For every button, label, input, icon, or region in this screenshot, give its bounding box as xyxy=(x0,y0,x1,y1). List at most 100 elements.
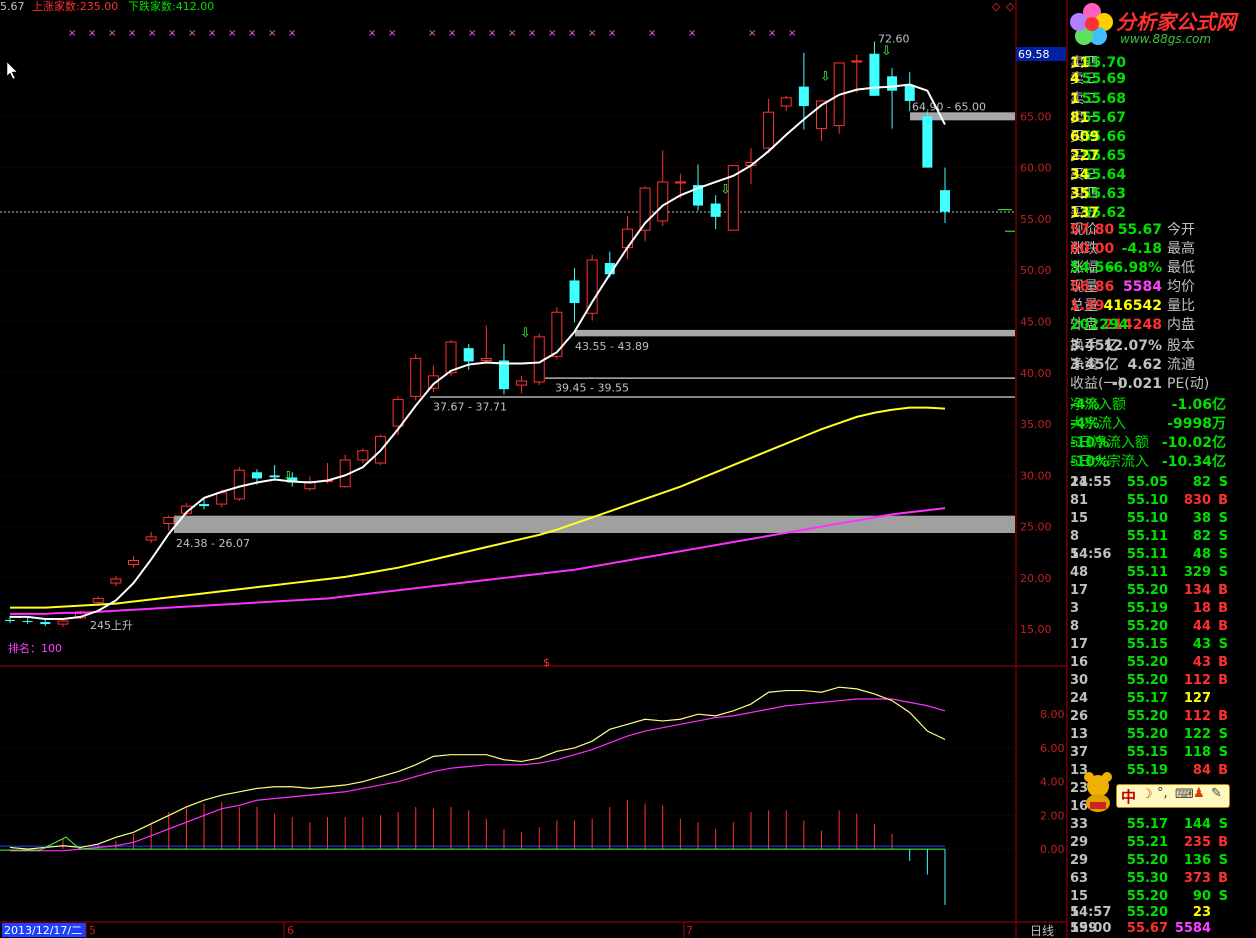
candle-body-up xyxy=(357,450,369,461)
tick-volume: 235 xyxy=(1183,835,1211,850)
order-volume: 1 xyxy=(1070,91,1080,107)
indicator-tick-label: 2.00 xyxy=(1040,809,1065,822)
tick-side: S xyxy=(1218,511,1228,526)
tick-volume: 830 xyxy=(1183,493,1211,508)
tick-side: S xyxy=(1218,817,1228,832)
tick-row: 55.20 112 B 26 xyxy=(1070,708,1256,726)
tick-volume: 112 xyxy=(1183,673,1211,688)
indicator-tick-label: 6.00 xyxy=(1040,742,1065,755)
tick-extra: 16 xyxy=(1070,655,1089,670)
keyboard-icon[interactable]: ⌨ xyxy=(1175,787,1194,802)
signal-marker: × xyxy=(148,28,156,39)
stat-row: 涨幅 -6.98% 最低 54.56 xyxy=(1070,259,1256,278)
stat-row: 现价 55.67 今开 57.80 xyxy=(1070,221,1256,240)
candle-body-up xyxy=(851,60,863,63)
zone-label-39: 39.45 - 39.55 xyxy=(555,381,629,394)
tick-side: B xyxy=(1218,493,1228,508)
assistant-bar[interactable]: 中 ☽ °, ⌨ ♟ ✎ xyxy=(1116,784,1230,808)
bear-mascot-icon[interactable] xyxy=(1080,772,1116,812)
stat-row: 涨跌 -4.18 最高 60.00 xyxy=(1070,240,1256,259)
stat-value: 416542 xyxy=(1103,298,1162,314)
tick-row: 14:55 55.05 82 S 21 xyxy=(1070,474,1256,492)
signal-marker: × xyxy=(288,28,296,39)
diamond-icon[interactable]: ◇ xyxy=(992,0,1001,13)
stat-value-2: 3.45亿 xyxy=(1070,338,1119,354)
order-price: 55.68 xyxy=(1081,91,1126,107)
order-book-row: 卖一 55.67 81 xyxy=(1070,109,1256,128)
stat-value-2: 54.56 xyxy=(1070,260,1115,276)
candle-body-up xyxy=(657,181,669,222)
tick-extra: 599 xyxy=(1070,921,1098,936)
tick-price: 55.19 xyxy=(1126,601,1168,616)
fund-flow-row: 大宗流入 -9998万 -4% xyxy=(1070,415,1256,434)
order-book-row: 买二 55.65 227 xyxy=(1070,147,1256,166)
candle-body-down xyxy=(22,621,33,623)
tick-volume: 38 xyxy=(1192,511,1211,526)
zone-label-43: 43.55 - 43.89 xyxy=(575,340,649,353)
price-tick-label: 45.00 xyxy=(1020,315,1052,328)
candle-body-up xyxy=(57,620,69,625)
stat-row: 外盘 214248 内盘 202294 xyxy=(1070,316,1256,335)
stat-value-2: 202294 xyxy=(1070,317,1129,333)
price-tick-label: 15.00 xyxy=(1020,623,1052,636)
tick-price: 55.10 xyxy=(1126,493,1168,508)
rise-count-label: 上涨家数:235.00 xyxy=(32,0,118,14)
tick-volume: 43 xyxy=(1192,655,1211,670)
tick-side: S xyxy=(1218,565,1228,580)
candle-body-up xyxy=(216,492,228,505)
assistant-toolbar[interactable]: 中 ☽ °, ⌨ ♟ ✎ xyxy=(1080,772,1230,812)
fall-label: 下跌家数: xyxy=(128,0,176,13)
stat-label-2: 最低 xyxy=(1167,260,1195,276)
tick-price: 55.05 xyxy=(1126,475,1168,490)
tick-volume: 127 xyxy=(1183,691,1211,706)
tick-extra: 8 xyxy=(1070,529,1080,544)
price-tick-label: 30.00 xyxy=(1020,469,1052,482)
tick-price: 55.20 xyxy=(1126,709,1168,724)
candle-body-down xyxy=(798,86,809,107)
price-tick-label: 20.00 xyxy=(1020,572,1052,585)
tick-row: 55.11 329 S 48 xyxy=(1070,564,1256,582)
input-mode-label[interactable]: 中 xyxy=(1121,786,1136,807)
user-icon[interactable]: ♟ xyxy=(1193,786,1205,801)
top-left-value: 5.67 xyxy=(0,0,25,13)
diamond-icon[interactable]: ◇ xyxy=(1006,0,1015,13)
indicator-tick-label: 0.00 xyxy=(1040,843,1065,856)
kline-chart[interactable]: 65.0060.0055.0050.0045.0040.0035.0030.00… xyxy=(0,0,1256,938)
signal-marker: × xyxy=(368,28,376,39)
signal-marker: × xyxy=(588,28,596,39)
wrench-icon[interactable]: ✎ xyxy=(1211,786,1222,801)
candle-body-up xyxy=(621,228,633,249)
tick-row: 55.19 18 B 3 xyxy=(1070,600,1256,618)
resistance-band-43 xyxy=(575,329,1015,336)
signal-marker: × xyxy=(388,28,396,39)
candle-body-down xyxy=(887,76,898,91)
tick-extra: 33 xyxy=(1070,817,1089,832)
stat-value-2: 3.45亿 xyxy=(1070,357,1119,373)
flower-icon xyxy=(1070,3,1113,45)
order-book-row: 买三 55.64 34 xyxy=(1070,166,1256,185)
tick-row: 55.20 122 S 13 xyxy=(1070,726,1256,744)
tick-price: 55.20 xyxy=(1126,583,1168,598)
price-tick-label: 40.00 xyxy=(1020,367,1052,380)
candle-body-up xyxy=(127,559,139,566)
month-6-label: 6 xyxy=(287,924,294,937)
tick-price: 55.17 xyxy=(1126,691,1168,706)
punctuation-icon[interactable]: °, xyxy=(1157,786,1168,801)
tick-extra: 30 xyxy=(1070,673,1089,688)
rise-value: 235.00 xyxy=(79,0,119,13)
tick-volume: 112 xyxy=(1183,709,1211,724)
candle-body-down xyxy=(40,622,51,625)
tick-extra: 17 xyxy=(1070,583,1089,598)
tick-row: 55.17 127 24 xyxy=(1070,690,1256,708)
candle-body-up xyxy=(586,259,598,314)
stat-label-2: 内盘 xyxy=(1167,317,1195,333)
tick-volume: 43 xyxy=(1192,637,1211,652)
dollar-marker: $ xyxy=(543,656,550,669)
signal-marker: × xyxy=(268,28,276,39)
moon-icon[interactable]: ☽ xyxy=(1141,787,1153,802)
candle-body-down xyxy=(5,619,15,622)
stat-row: 收益(一) -0.021 PE(动) xyxy=(1070,375,1256,394)
tick-row: 55.15 43 S 17 xyxy=(1070,636,1256,654)
tick-price: 55.21 xyxy=(1126,835,1168,850)
tick-volume: 144 xyxy=(1183,817,1211,832)
